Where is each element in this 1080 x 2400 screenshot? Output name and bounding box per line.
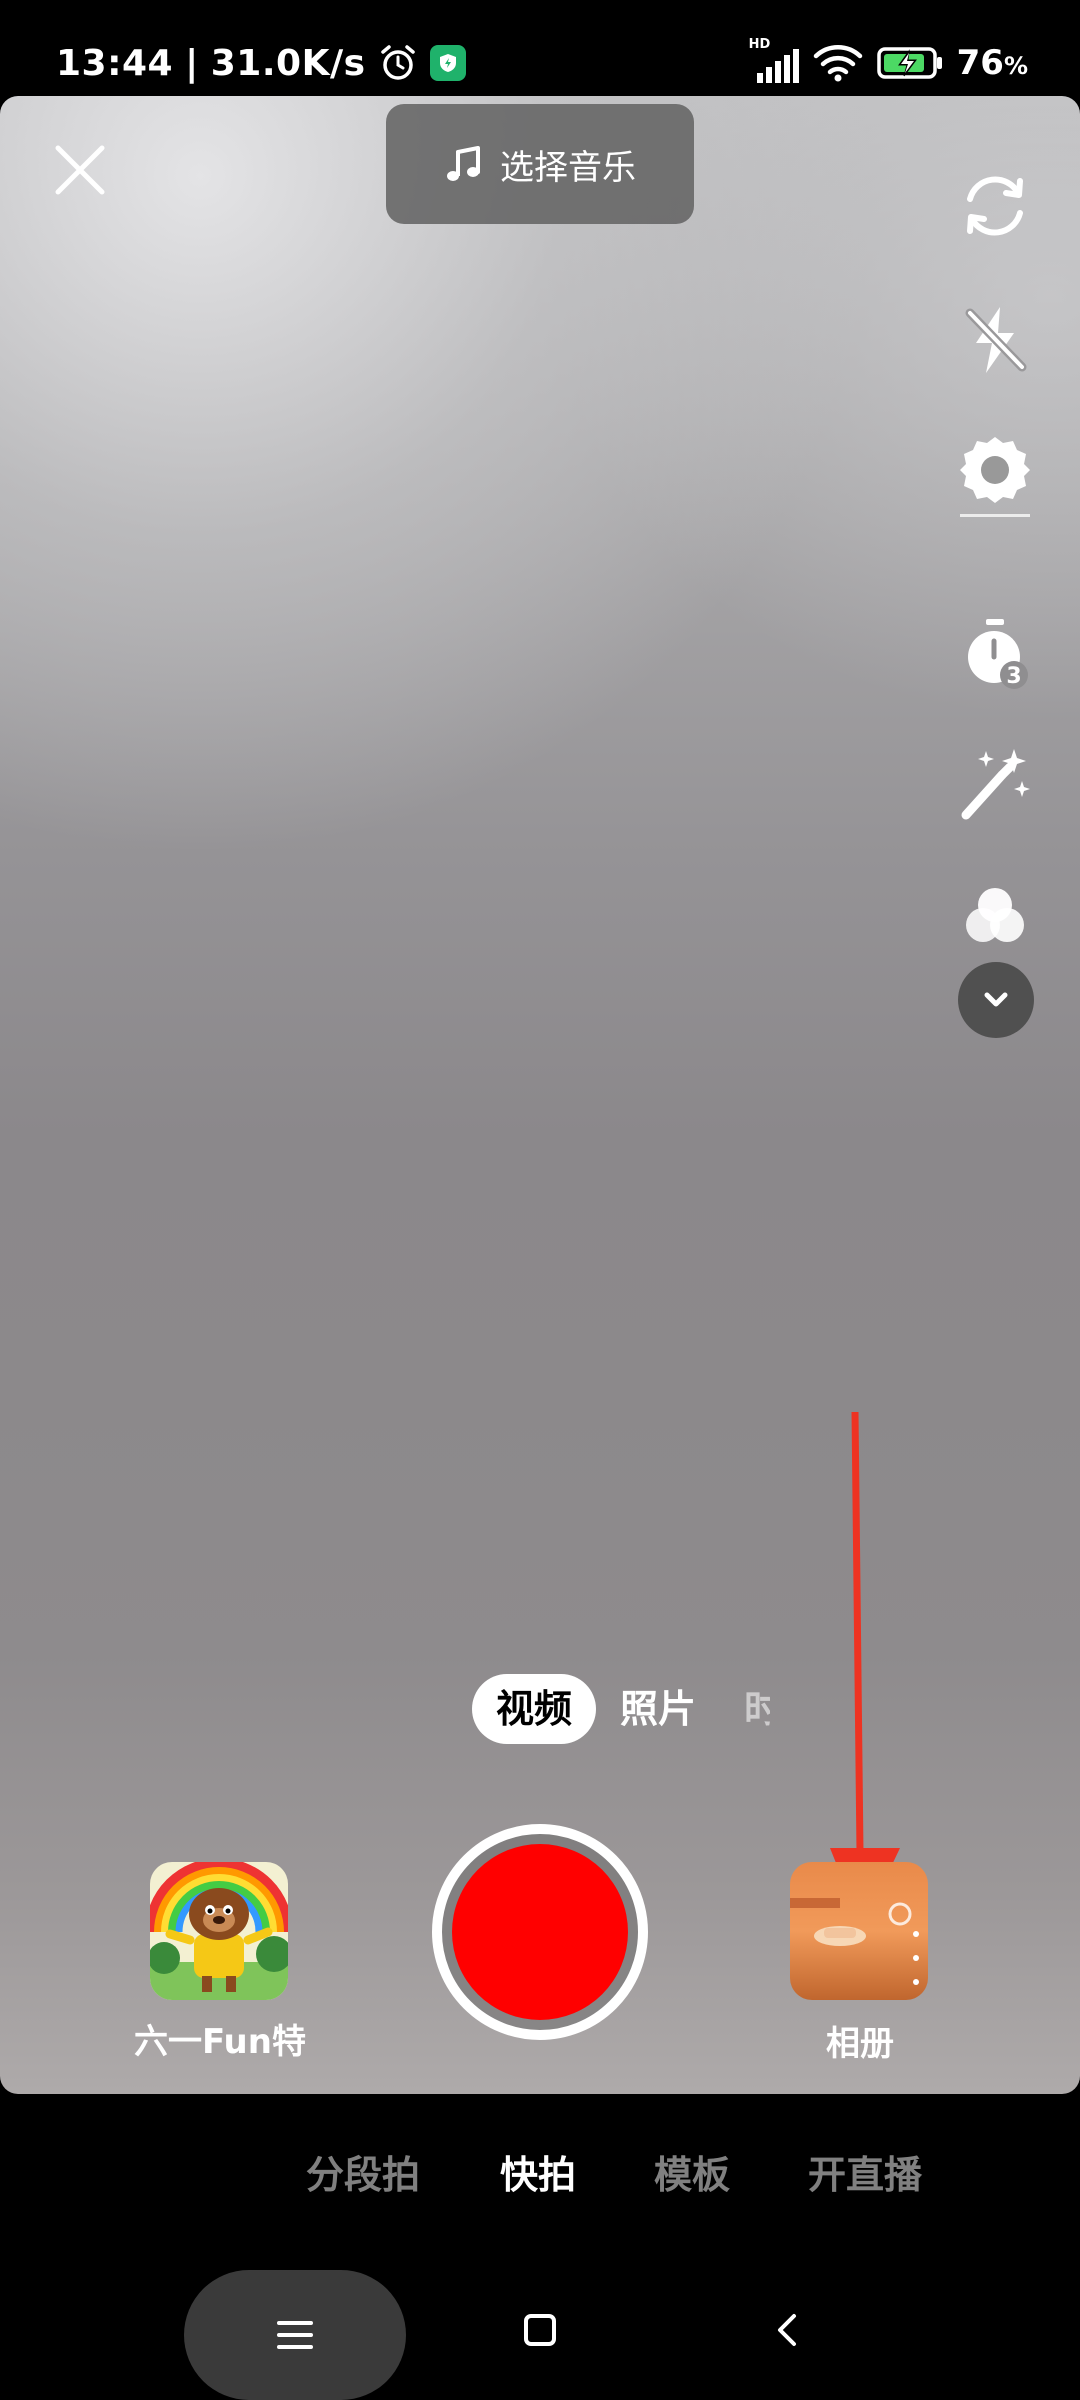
camera-preview: 选择音乐 3 视频 照片 时 六一Fun特 相册 xyxy=(0,96,1080,2094)
flash-off-icon xyxy=(965,307,1027,373)
flip-camera-icon xyxy=(967,176,1023,236)
status-network-speed: 31.0K/s xyxy=(210,42,366,84)
menu-icon xyxy=(277,2321,313,2349)
tab-segment[interactable]: 分段拍 xyxy=(306,2144,420,2199)
mode-video[interactable]: 视频 xyxy=(472,1674,597,1744)
flip-camera-button[interactable] xyxy=(947,158,1043,254)
status-left: 13:44 | 31.0K/s xyxy=(56,36,466,90)
album-label: 相册 xyxy=(826,2024,894,2064)
select-music-button[interactable]: 选择音乐 xyxy=(386,104,694,224)
beauty-wand-icon xyxy=(961,749,1030,820)
status-time: 13:44 xyxy=(56,42,174,84)
timer-3s-icon: 3 xyxy=(968,619,1028,689)
settings-icon xyxy=(960,437,1030,503)
album-thumbnail[interactable] xyxy=(790,1862,928,2000)
status-right: HD 76% xyxy=(749,37,1028,88)
home-button[interactable] xyxy=(510,2300,570,2360)
tab-template[interactable]: 模板 xyxy=(654,2144,730,2199)
annotation-arrow xyxy=(830,1412,900,1928)
status-bar: 13:44 | 31.0K/s HD 76% xyxy=(0,0,1080,96)
battery-level: 76% xyxy=(956,43,1028,83)
alarm-icon xyxy=(380,45,415,80)
battery-charging-icon xyxy=(876,47,942,79)
select-music-label: 选择音乐 xyxy=(500,147,636,188)
shield-app-icon xyxy=(429,45,466,81)
recents-button[interactable] xyxy=(184,2270,406,2400)
tab-quick[interactable]: 快拍 xyxy=(500,2144,576,2199)
flash-button[interactable] xyxy=(947,292,1043,388)
shooting-tabs: 分段拍 快拍 模板 开直播 xyxy=(0,2094,1080,2254)
mode-photo[interactable]: 照片 xyxy=(596,1674,720,1744)
toolbar-divider xyxy=(960,514,1030,517)
settings-button[interactable] xyxy=(947,422,1043,518)
filter-icon xyxy=(966,888,1024,942)
timer-button[interactable]: 3 xyxy=(947,606,1043,702)
prop-effect-thumbnail[interactable] xyxy=(150,1862,288,2000)
home-square-icon xyxy=(524,2314,556,2346)
record-button[interactable] xyxy=(432,1824,648,2040)
prop-effect-label: 六一Fun特 xyxy=(134,2022,306,2062)
more-tools-button[interactable] xyxy=(958,962,1034,1038)
beauty-button[interactable] xyxy=(947,736,1043,832)
right-toolbar: 3 xyxy=(910,96,1080,1096)
filter-button[interactable] xyxy=(947,868,1043,964)
music-note-icon xyxy=(447,146,480,181)
mode-partial[interactable]: 时 xyxy=(720,1674,770,1744)
tab-live[interactable]: 开直播 xyxy=(808,2144,922,2199)
svg-text:3: 3 xyxy=(1006,664,1021,689)
record-button-core xyxy=(452,1844,628,2020)
status-separator: | xyxy=(185,42,199,84)
album-preview-image xyxy=(790,1862,928,2000)
back-chevron-icon xyxy=(778,2314,796,2346)
close-icon[interactable] xyxy=(44,134,116,206)
chevron-down-icon xyxy=(984,992,1008,1007)
signal-icon: HD xyxy=(749,37,799,83)
system-nav-bar xyxy=(0,2254,1080,2400)
capture-mode-switch: 视频 照片 时 xyxy=(472,1674,770,1744)
prop-character-image xyxy=(150,1862,288,2000)
wifi-icon xyxy=(813,45,862,82)
back-button[interactable] xyxy=(758,2300,818,2360)
